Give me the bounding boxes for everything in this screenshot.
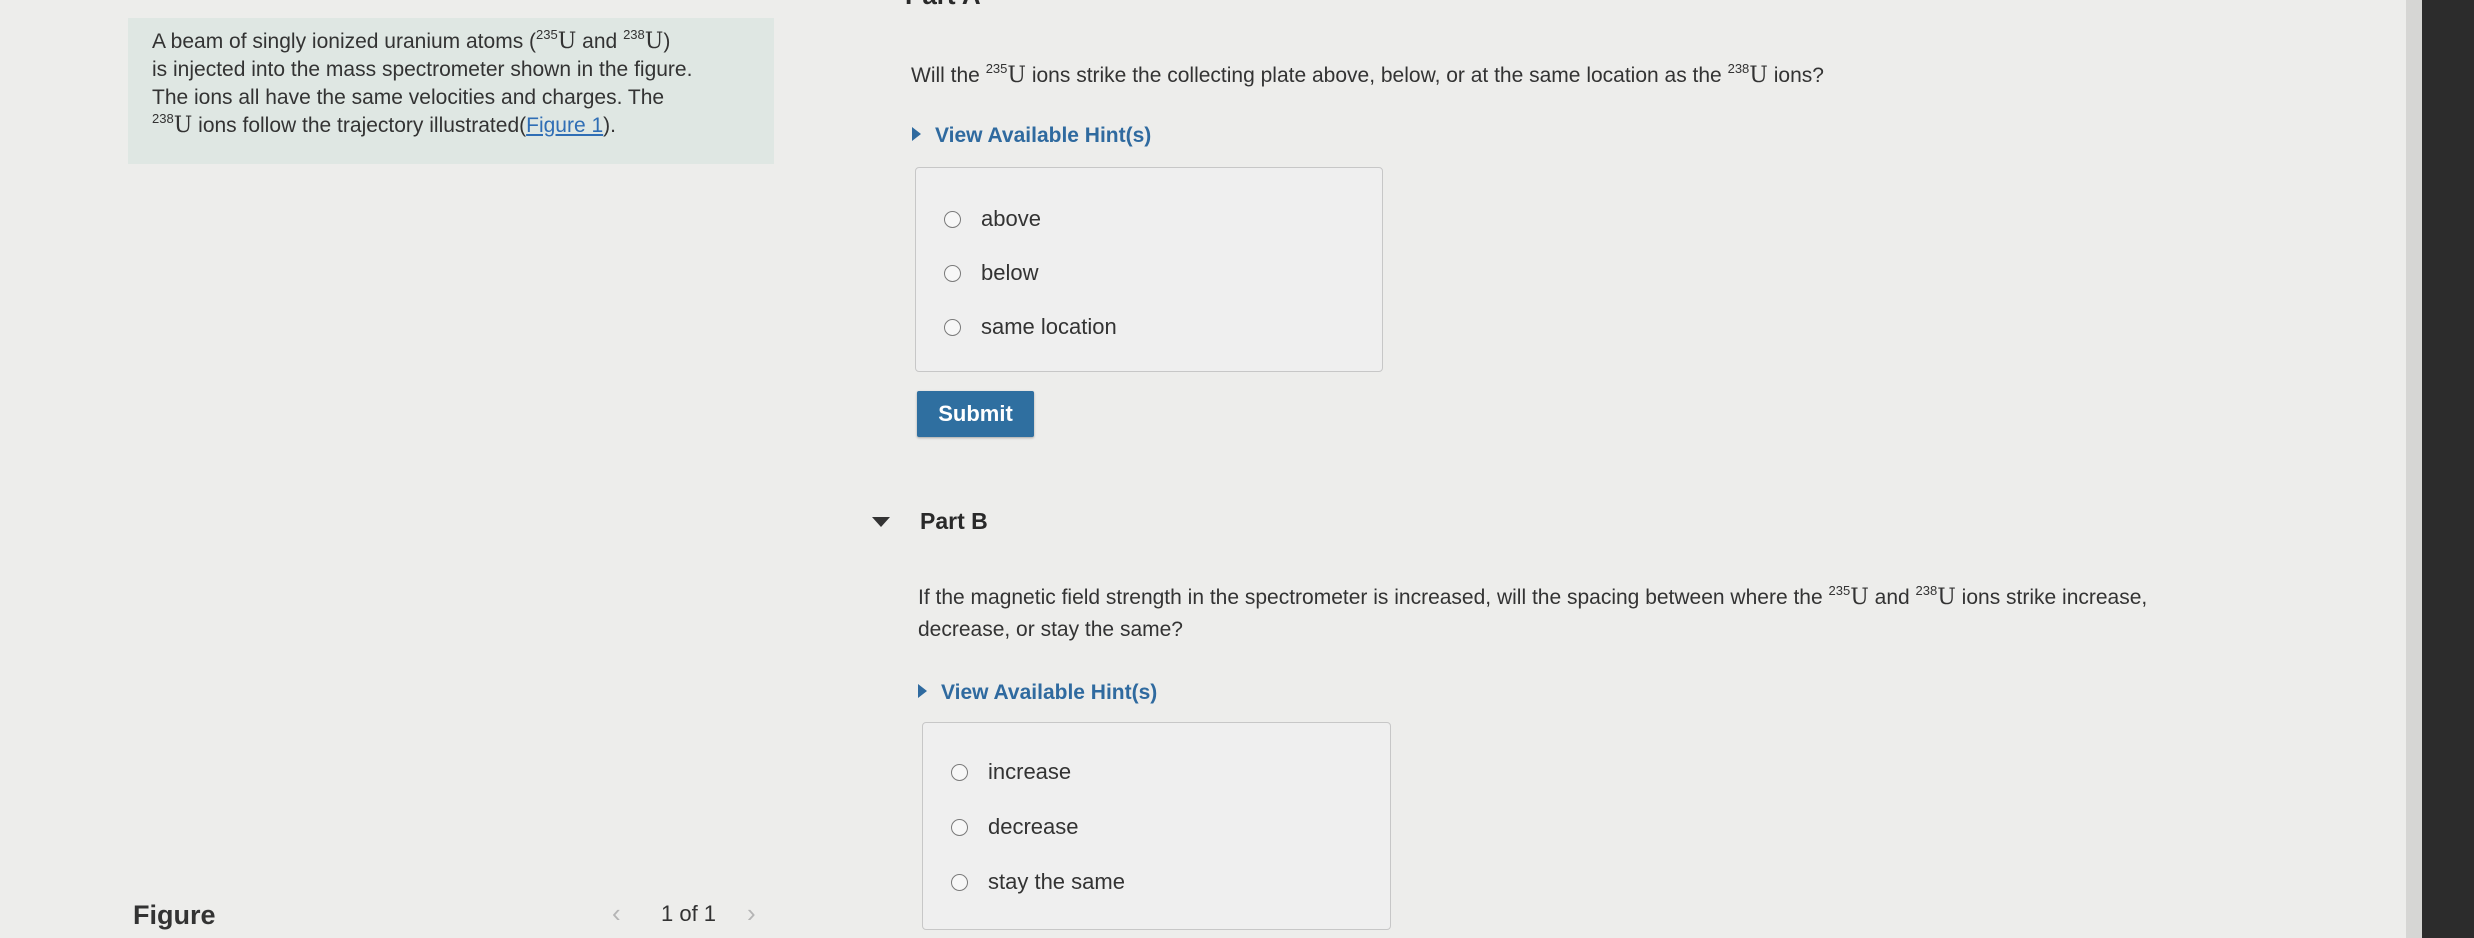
part-b-toggle[interactable]: Part B [872,508,988,535]
radio-icon[interactable] [944,318,961,336]
caret-down-icon [872,516,890,527]
option-stay-the-same[interactable]: stay the same [951,869,1125,895]
part-a-options: above below same location [915,167,1383,372]
caret-right-icon [918,684,927,698]
part-a-title: Part A [905,0,981,11]
part-a-hint-toggle[interactable]: View Available Hint(s) [912,124,1151,148]
part-b-question-line-1: If the magnetic field strength in the sp… [918,582,2148,610]
intro-line-2: is injected into the mass spectrometer s… [152,58,693,81]
submit-button[interactable]: Submit [917,391,1034,437]
chevron-right-icon[interactable]: › [747,898,756,929]
part-b-question-line-2: decrease, or stay the same? [918,618,1183,641]
radio-icon[interactable] [951,763,968,781]
radio-icon[interactable] [944,210,961,228]
part-b-title: Part B [920,508,988,534]
part-a-question: Will the 235U ions strike the collecting… [911,60,1824,88]
part-b-options: increase decrease stay the same [922,722,1391,930]
option-above[interactable]: above [944,206,1041,232]
window-edge [2422,0,2474,938]
part-b-question: If the magnetic field strength in the sp… [918,584,2147,644]
figure-pager: 1 of 1 [661,901,717,926]
option-decrease[interactable]: decrease [951,814,1079,840]
intro-line-1: A beam of singly ionized uranium atoms (… [152,26,671,54]
option-same-location[interactable]: same location [944,314,1117,340]
chevron-left-icon[interactable]: ‹ [612,898,621,929]
part-b-hint-toggle[interactable]: View Available Hint(s) [918,681,1157,705]
option-below[interactable]: below [944,260,1038,286]
option-increase[interactable]: increase [951,759,1071,785]
radio-icon[interactable] [944,264,961,282]
problem-intro: A beam of singly ionized uranium atoms (… [128,18,774,164]
intro-line-4: 238U ions follow the trajectory illustra… [152,110,616,138]
radio-icon[interactable] [951,818,968,836]
caret-right-icon [912,127,921,141]
figure-label: Figure [133,900,216,930]
figure-1-link[interactable]: Figure 1 [526,114,603,137]
radio-icon[interactable] [951,873,968,891]
intro-line-3: The ions all have the same velocities an… [152,86,665,109]
